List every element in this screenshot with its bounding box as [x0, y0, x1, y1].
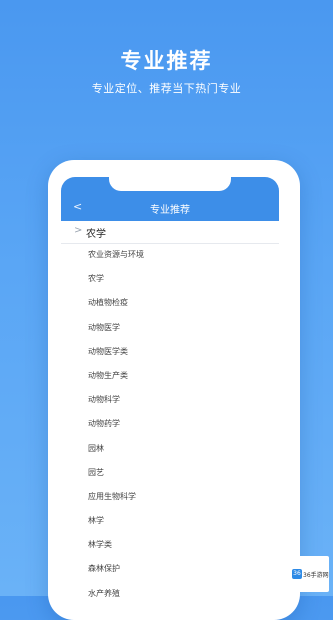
list-item[interactable]: 园林: [61, 437, 279, 461]
list-item[interactable]: 动物科学: [61, 388, 279, 412]
list-item[interactable]: 林学类: [61, 533, 279, 557]
nav-title: 专业推荐: [150, 205, 190, 216]
list-item[interactable]: 应用生物科学: [61, 485, 279, 509]
phone-notch: [109, 177, 231, 191]
list-item[interactable]: 园艺: [61, 461, 279, 485]
phone-screen: < 专业推荐 > 农学 农业资源与环境 农学 动植物检疫 动物医学 动物医学类 …: [61, 177, 279, 607]
list-item[interactable]: 农业资源与环境: [61, 243, 279, 267]
list-item[interactable]: 动植物检疫: [61, 291, 279, 315]
site-logo-icon: 36: [292, 569, 302, 579]
hero-title: 专业推荐: [120, 49, 213, 73]
category-label: 农学: [86, 229, 106, 240]
watermark-badge: 36 36手游网: [289, 556, 329, 592]
hero-subtitle: 专业定位、推荐当下热门专业: [91, 82, 242, 95]
list-item[interactable]: 动物医学: [61, 316, 279, 340]
major-list: 农业资源与环境 农学 动植物检疫 动物医学 动物医学类 动物生产类 动物科学 动…: [61, 243, 279, 606]
category-header-agriculture[interactable]: > 农学: [61, 221, 279, 244]
chevron-right-icon: >: [74, 225, 83, 236]
list-item[interactable]: 动物生产类: [61, 364, 279, 388]
list-item[interactable]: 森林保护: [61, 557, 279, 581]
watermark-text: 36手游网: [303, 572, 329, 579]
list-item[interactable]: 动物药学: [61, 412, 279, 436]
app-navbar: < 专业推荐: [61, 177, 279, 221]
list-item[interactable]: 动物医学类: [61, 340, 279, 364]
list-item[interactable]: 农学: [61, 267, 279, 291]
list-item[interactable]: 林学: [61, 509, 279, 533]
list-item[interactable]: 水产养殖: [61, 582, 279, 606]
